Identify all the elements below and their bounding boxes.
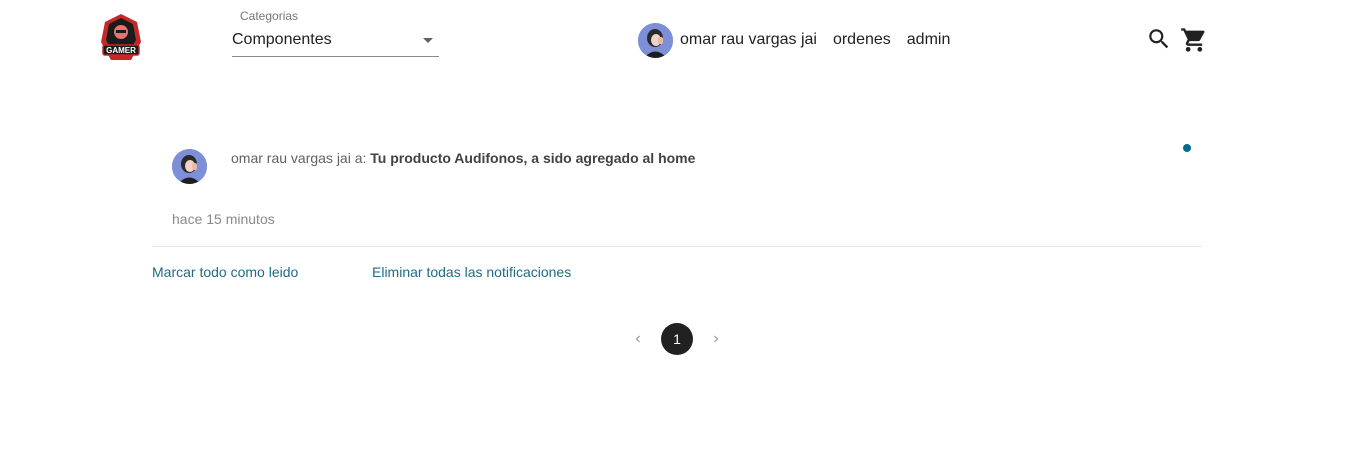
top-bar: GAMER Categorias Componentes omar rau va… bbox=[0, 0, 1351, 80]
cart-button[interactable] bbox=[1180, 26, 1206, 52]
notification-text: omar rau vargas jai a: Tu producto Audif… bbox=[231, 150, 695, 166]
search-button[interactable] bbox=[1146, 26, 1172, 52]
pagination-page-current[interactable]: 1 bbox=[661, 322, 693, 355]
category-label: Categorias bbox=[240, 9, 299, 23]
avatar[interactable] bbox=[638, 22, 673, 58]
gamer-logo[interactable]: GAMER bbox=[97, 12, 145, 64]
delete-all-notifications-link[interactable]: Eliminar todas las notificaciones bbox=[372, 264, 571, 280]
pagination-next-button[interactable] bbox=[703, 322, 729, 355]
cart-icon bbox=[1181, 28, 1205, 52]
chevron-right-icon bbox=[714, 335, 719, 342]
category-value: Componentes bbox=[232, 31, 332, 48]
logo-text: GAMER bbox=[106, 46, 136, 55]
user-avatar-icon bbox=[172, 149, 207, 184]
logo-icon: GAMER bbox=[101, 14, 141, 60]
search-icon bbox=[1149, 29, 1169, 49]
chevron-left-icon bbox=[635, 335, 640, 342]
nav-admin[interactable]: admin bbox=[907, 31, 951, 49]
pagination-prev-button[interactable] bbox=[625, 322, 651, 355]
category-select[interactable]: Categorias Componentes bbox=[232, 8, 439, 57]
main-nav: omar rau vargas jai ordenes admin bbox=[638, 22, 950, 58]
user-avatar-icon bbox=[638, 22, 673, 58]
notification-message: Tu producto Audifonos, a sido agregado a… bbox=[370, 150, 696, 166]
notification-avatar bbox=[172, 149, 207, 184]
notification-time: hace 15 minutos bbox=[172, 211, 275, 227]
chevron-down-icon bbox=[423, 38, 433, 43]
notification-sender: omar rau vargas jai a: bbox=[231, 150, 367, 166]
nav-user-name[interactable]: omar rau vargas jai bbox=[680, 31, 817, 49]
unread-indicator-dot bbox=[1183, 144, 1191, 152]
notification-item[interactable]: omar rau vargas jai a: Tu producto Audif… bbox=[152, 128, 1202, 247]
pagination: 1 bbox=[625, 322, 729, 355]
mark-all-read-link[interactable]: Marcar todo como leido bbox=[152, 264, 298, 280]
nav-orders[interactable]: ordenes bbox=[833, 31, 891, 49]
